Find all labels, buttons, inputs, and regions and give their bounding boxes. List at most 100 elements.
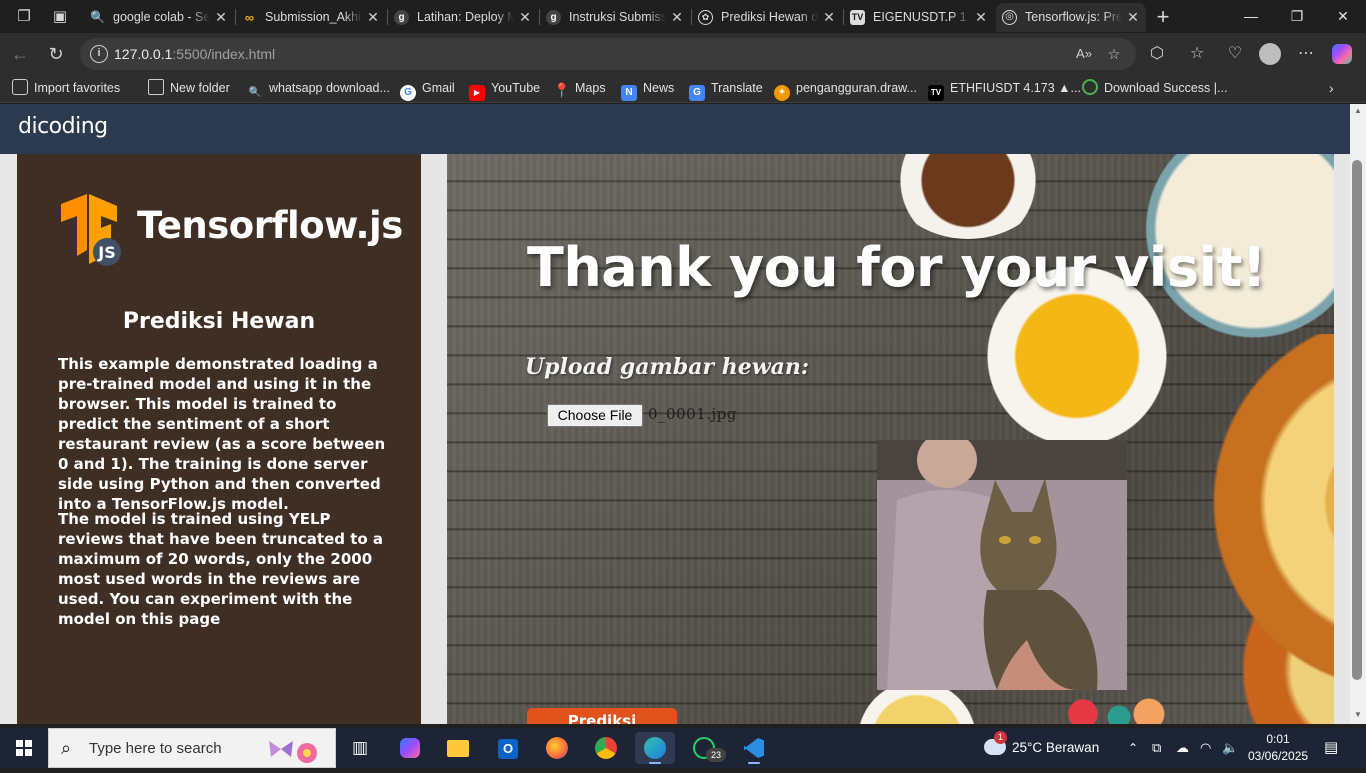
- bookmark-gmail[interactable]: G Gmail: [400, 75, 455, 103]
- copilot-icon[interactable]: [1328, 40, 1356, 68]
- new-tab-icon[interactable]: +: [1151, 5, 1175, 29]
- tab-title: Instruksi Submiss: [569, 3, 666, 32]
- site-header: dicoding: [0, 104, 1350, 154]
- youtube-icon: ▶: [469, 85, 485, 101]
- url-input[interactable]: i 127.0.0.1:5500/index.html A» ☆: [80, 38, 1136, 70]
- close-tab-icon[interactable]: ✕: [820, 3, 838, 32]
- predict-button[interactable]: Prediksi: [527, 708, 677, 724]
- bookmark-new-folder[interactable]: New folder: [148, 75, 230, 103]
- bookmark-translate[interactable]: G Translate: [689, 75, 763, 103]
- windows-start-icon[interactable]: [0, 728, 48, 768]
- tab-title: Submission_Akhir: [265, 3, 362, 32]
- tab-actions-icon[interactable]: ▣: [48, 5, 72, 29]
- globe-icon: ◎: [1002, 10, 1017, 25]
- page-heading: Prediksi Hewan: [122, 309, 316, 334]
- back-arrow-icon[interactable]: ←: [6, 40, 34, 68]
- favorites-icon[interactable]: ☆: [1183, 40, 1211, 68]
- tab-title: Latihan: Deploy M: [417, 3, 514, 32]
- tab-latihan-deploy[interactable]: g Latihan: Deploy M ✕: [388, 3, 538, 32]
- close-window-icon[interactable]: ✕: [1320, 0, 1366, 33]
- bookmark-import-favorites[interactable]: Import favorites: [12, 75, 120, 103]
- favorite-star-icon[interactable]: ☆: [1104, 44, 1124, 64]
- openai-icon: ✿: [698, 10, 713, 25]
- system-clock[interactable]: 0:01 03/06/2025: [1248, 731, 1308, 765]
- close-tab-icon[interactable]: ✕: [668, 3, 686, 32]
- search-icon: ⌕: [61, 738, 72, 758]
- news-icon: N: [621, 85, 637, 101]
- close-tab-icon[interactable]: ✕: [364, 3, 382, 32]
- chips-bowl-image: [837, 684, 997, 724]
- bookmark-maps[interactable]: 📍 Maps: [553, 75, 606, 103]
- restore-icon[interactable]: ❐: [1274, 0, 1320, 33]
- tab-instruksi-submission[interactable]: g Instruksi Submiss ✕: [540, 3, 690, 32]
- url-text[interactable]: 127.0.0.1:5500/index.html: [114, 38, 275, 70]
- close-tab-icon[interactable]: ✕: [972, 3, 990, 32]
- workspaces-icon[interactable]: ❐: [12, 5, 36, 29]
- notifications-icon[interactable]: ▤: [1324, 728, 1338, 768]
- selected-file-name: 0_0001.jpg: [648, 405, 737, 423]
- bookmark-youtube[interactable]: ▶ YouTube: [469, 75, 540, 103]
- wifi-icon[interactable]: ◠: [1200, 728, 1211, 768]
- scroll-up-icon[interactable]: ▲: [1352, 106, 1364, 116]
- profile-avatar[interactable]: [1256, 40, 1284, 68]
- volume-icon[interactable]: 🔈: [1222, 728, 1238, 768]
- tab-title: Tensorflow.js: Pre: [1025, 3, 1122, 32]
- task-view-icon[interactable]: ▥: [340, 732, 380, 764]
- download-icon: [1082, 79, 1098, 95]
- tab-title: google colab - Se: [113, 3, 210, 32]
- bookmark-download-success[interactable]: Download Success |...: [1082, 75, 1227, 103]
- tradingview-icon: TV: [850, 10, 865, 25]
- brand-title: Tensorflow.js: [137, 204, 403, 247]
- close-tab-icon[interactable]: ✕: [212, 3, 230, 32]
- outlook-icon[interactable]: O: [488, 732, 528, 764]
- scrollbar-thumb[interactable]: [1352, 160, 1362, 680]
- hero-panel: Thank you for your visit! Upload gambar …: [447, 154, 1334, 724]
- read-aloud-icon[interactable]: A»: [1074, 44, 1094, 64]
- tab-bar: ❐ ▣ 🔍 google colab - Se ✕ ∞ Submission_A…: [0, 0, 1366, 33]
- weather-widget[interactable]: 1 25°C Berawan: [984, 728, 1099, 768]
- taskbar: ⌕ Type here to search ▥ O 23 1 25°C Beraw…: [0, 728, 1366, 768]
- tab-title: Prediksi Hewan d: [721, 3, 818, 32]
- bookmark-pengangguran-draw[interactable]: ✦ pengangguran.draw...: [774, 75, 917, 103]
- vscode-icon[interactable]: [734, 732, 774, 764]
- close-tab-icon[interactable]: ✕: [1124, 3, 1142, 32]
- bookmarks-overflow-icon[interactable]: ›: [1329, 75, 1334, 103]
- extensions-icon[interactable]: ⬡: [1143, 40, 1171, 68]
- minimize-icon[interactable]: —: [1228, 0, 1274, 33]
- content-gutter: [421, 154, 447, 724]
- dicoding-logo[interactable]: dicoding: [18, 114, 108, 139]
- more-menu-icon[interactable]: ⋯: [1292, 40, 1320, 68]
- show-hidden-icons[interactable]: ⌃: [1128, 728, 1138, 768]
- bookmark-news[interactable]: N News: [621, 75, 674, 103]
- scroll-down-icon[interactable]: ▼: [1352, 710, 1364, 720]
- tab-tensorflowjs[interactable]: ◎ Tensorflow.js: Pre ✕: [996, 3, 1146, 32]
- close-tab-icon[interactable]: ✕: [516, 3, 534, 32]
- edge-icon[interactable]: [635, 732, 675, 764]
- bookmark-whatsapp-download[interactable]: 🔍 whatsapp download...: [247, 75, 390, 103]
- colab-icon: ∞: [244, 10, 255, 25]
- file-explorer-icon[interactable]: [438, 732, 478, 764]
- search-icon: 🔍: [90, 10, 105, 24]
- dicoding-icon: g: [546, 10, 561, 25]
- taskbar-search-input[interactable]: ⌕ Type here to search: [48, 728, 336, 768]
- import-icon: [12, 79, 28, 95]
- info-icon[interactable]: i: [90, 45, 108, 63]
- tab-eigenusdt[interactable]: TV EIGENUSDT.P 1.4 ✕: [844, 3, 994, 32]
- maps-icon: 📍: [553, 82, 571, 98]
- tab-submission-akhir[interactable]: ∞ Submission_Akhir ✕: [236, 3, 386, 32]
- tab-prediksi-hewan[interactable]: ✿ Prediksi Hewan d ✕: [692, 3, 842, 32]
- whatsapp-icon[interactable]: 23: [684, 732, 726, 764]
- weather-text: 25°C Berawan: [1012, 740, 1100, 755]
- clock-date: 03/06/2025: [1248, 749, 1309, 763]
- onedrive-icon[interactable]: ☁: [1176, 728, 1189, 768]
- bookmark-ethfiusdt[interactable]: TV ETHFIUSDT 4.173 ▲...: [928, 75, 1081, 103]
- firefox-icon[interactable]: [537, 732, 577, 764]
- refresh-icon[interactable]: ↻: [42, 40, 70, 68]
- meet-now-icon[interactable]: ⧉: [1152, 728, 1161, 768]
- chrome-icon[interactable]: [586, 732, 626, 764]
- search-icon: 🔍: [248, 87, 262, 98]
- copilot-taskbar-icon[interactable]: [390, 732, 430, 764]
- tab-google-colab[interactable]: 🔍 google colab - Se ✕: [84, 3, 234, 32]
- browser-essentials-icon[interactable]: ♡: [1221, 40, 1249, 68]
- choose-file-button[interactable]: Choose File: [547, 404, 643, 427]
